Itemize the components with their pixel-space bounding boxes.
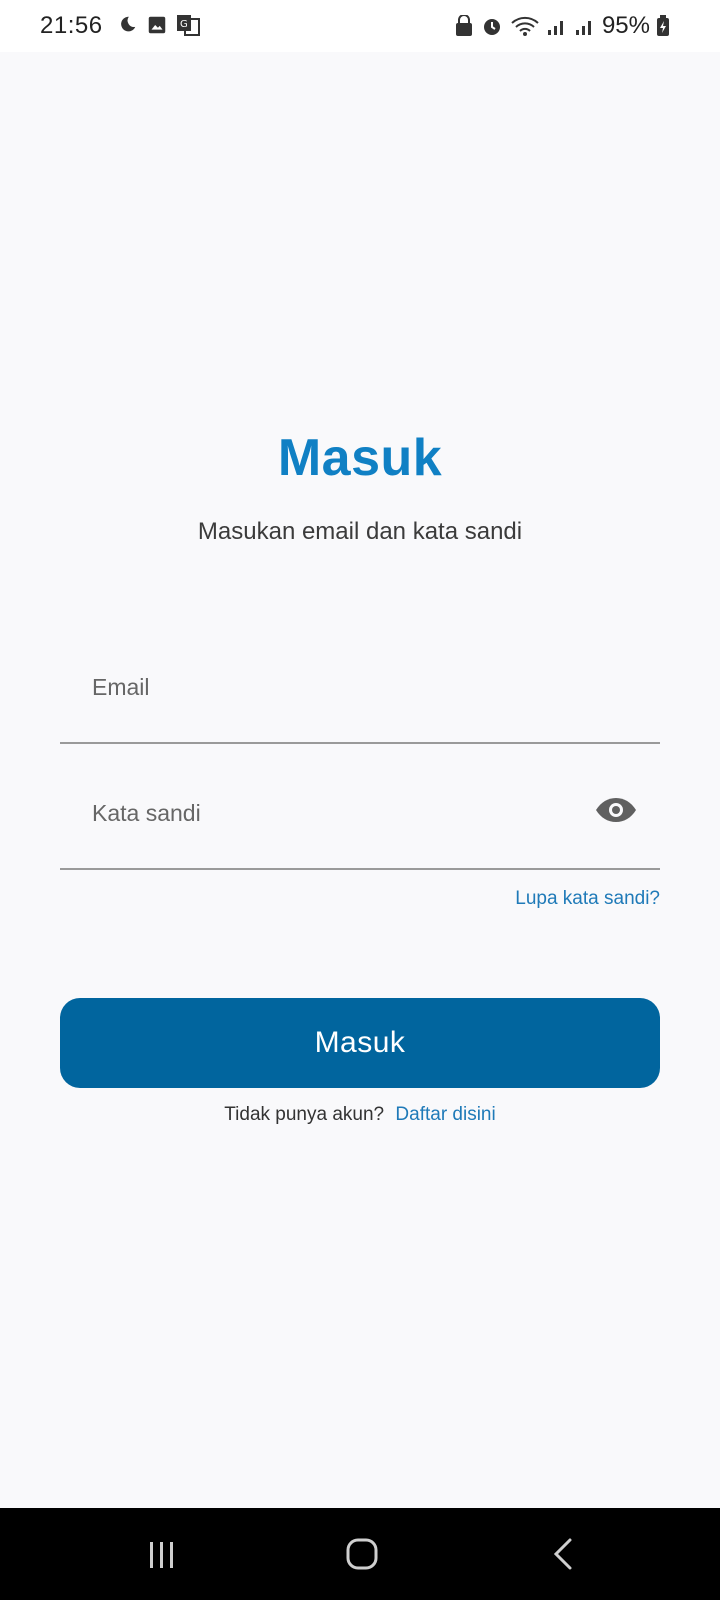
svg-text:G: G [180,19,188,30]
eye-icon[interactable] [592,786,640,834]
translate-icon: G [176,14,200,36]
wifi-icon [510,15,540,37]
email-field [60,652,660,744]
register-link[interactable]: Daftar disini [395,1104,495,1125]
email-input[interactable] [90,666,574,708]
back-icon[interactable] [534,1532,594,1576]
page-subtitle: Masukan email dan kata sandi [197,518,523,545]
battery-charging-icon [656,15,670,37]
status-time: 21:56 [40,12,103,39]
login-button[interactable]: Masuk [60,998,660,1088]
password-input[interactable] [90,792,574,834]
register-row: Tidak punya akun? Daftar disini [0,1104,720,1126]
password-field [60,778,660,870]
image-icon [146,14,168,36]
no-account-text: Tidak punya akun? [224,1104,385,1125]
navigation-bar [0,1508,720,1600]
status-left-icons: G [116,14,200,36]
home-icon[interactable] [332,1532,392,1576]
recents-icon[interactable] [132,1532,192,1576]
moon-icon [116,14,138,36]
lock-icon [454,15,474,37]
battery-percent: 95% [601,12,650,39]
alarm-icon [480,15,504,37]
status-bar: 21:56 G 95% [0,0,720,52]
page-title: Masuk [277,429,443,487]
status-right-icons: 95% [454,12,670,40]
signal-icon [574,15,596,37]
signal-icon [546,15,568,37]
forgot-password-link[interactable]: Lupa kata sandi? [515,888,660,910]
